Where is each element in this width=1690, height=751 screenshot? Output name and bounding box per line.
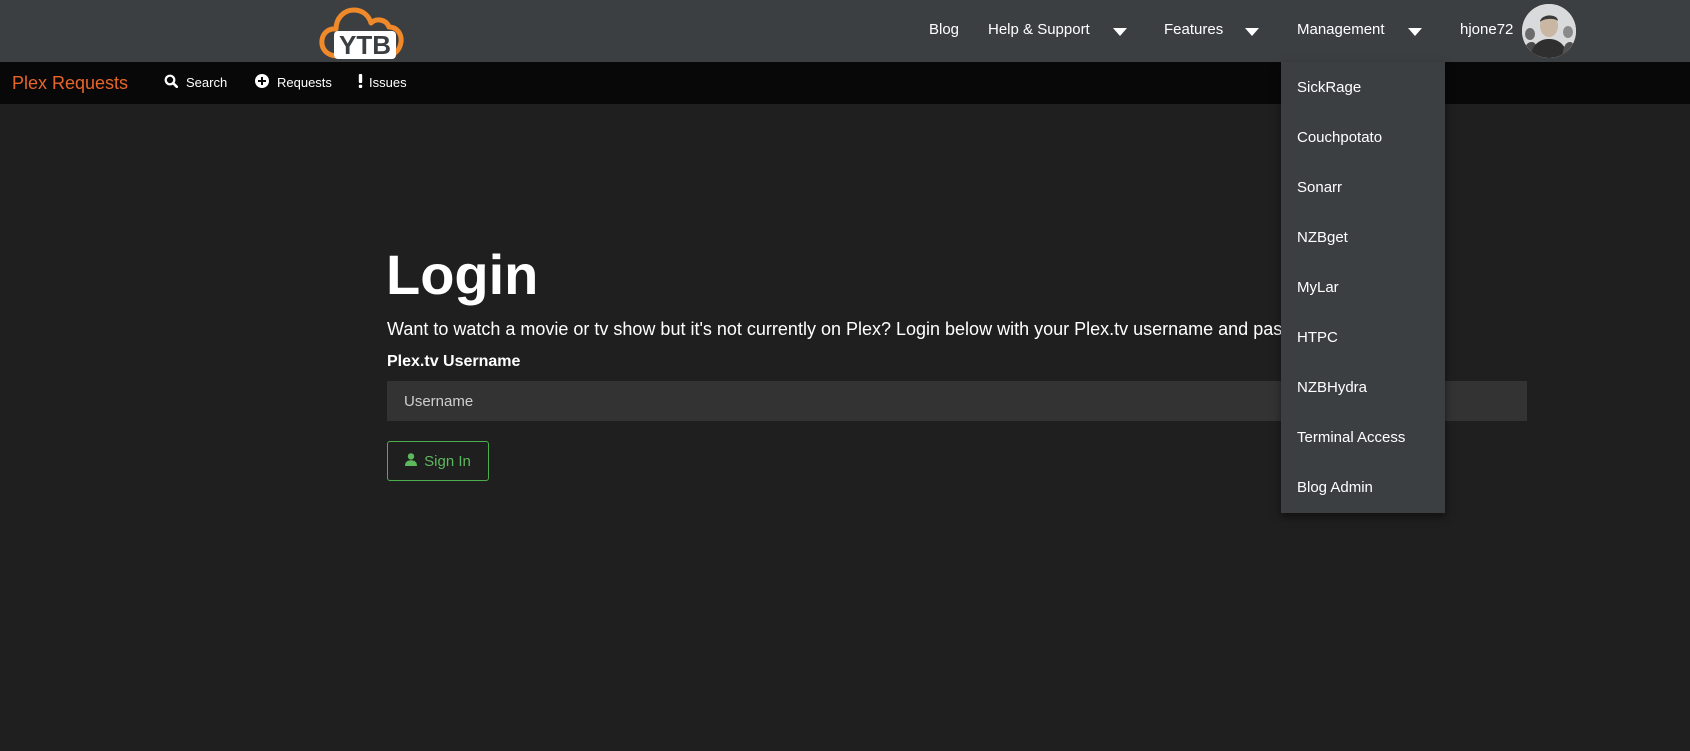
subnav-requests-label: Requests bbox=[277, 75, 332, 90]
menu-item-htpc[interactable]: HTPC bbox=[1297, 328, 1338, 348]
user-icon bbox=[405, 452, 418, 470]
logo-text: YTB bbox=[339, 30, 391, 60]
subnav-issues-label: Issues bbox=[369, 75, 407, 90]
sign-in-label: Sign In bbox=[424, 452, 471, 470]
username-label: Plex.tv Username bbox=[387, 353, 521, 370]
exclamation-icon bbox=[358, 73, 363, 93]
menu-item-sickrage[interactable]: SickRage bbox=[1297, 78, 1361, 98]
search-icon bbox=[164, 74, 179, 93]
ytb-logo[interactable]: YTB bbox=[318, 2, 404, 60]
user-name[interactable]: hjone72 bbox=[1460, 20, 1513, 40]
subnav-requests[interactable]: Requests bbox=[255, 73, 332, 93]
sign-in-button[interactable]: Sign In bbox=[387, 441, 489, 481]
subnav-search[interactable]: Search bbox=[164, 74, 227, 92]
help-support-chevron-down-icon[interactable] bbox=[1113, 28, 1127, 36]
menu-item-nzbhydra[interactable]: NZBHydra bbox=[1297, 378, 1367, 398]
nav-features[interactable]: Features bbox=[1164, 20, 1223, 40]
menu-item-couchpotato[interactable]: Couchpotato bbox=[1297, 128, 1382, 148]
login-description: Want to watch a movie or tv show but it'… bbox=[387, 319, 1287, 339]
menu-item-nzbget[interactable]: NZBget bbox=[1297, 228, 1348, 248]
nav-help-support[interactable]: Help & Support bbox=[988, 20, 1090, 40]
page-title: Login bbox=[386, 243, 539, 306]
menu-item-blog-admin[interactable]: Blog Admin bbox=[1297, 478, 1373, 498]
menu-item-terminal-access[interactable]: Terminal Access bbox=[1297, 428, 1405, 448]
nav-blog[interactable]: Blog bbox=[929, 20, 959, 40]
menu-item-sonarr[interactable]: Sonarr bbox=[1297, 178, 1342, 198]
features-chevron-down-icon[interactable] bbox=[1245, 28, 1259, 36]
avatar[interactable] bbox=[1522, 4, 1576, 58]
plus-circle-icon bbox=[255, 73, 269, 93]
management-chevron-down-icon[interactable] bbox=[1408, 28, 1422, 36]
subnav-search-label: Search bbox=[186, 75, 228, 90]
management-dropdown-menu: SickRage Couchpotato Sonarr NZBget MyLar… bbox=[1281, 62, 1445, 513]
top-navbar: YTB Blog Help & Support Features Managem… bbox=[0, 0, 1690, 62]
subnav-issues[interactable]: Issues bbox=[358, 73, 407, 93]
menu-item-mylar[interactable]: MyLar bbox=[1297, 278, 1339, 298]
plex-requests-brand[interactable]: Plex Requests bbox=[12, 72, 128, 94]
nav-management[interactable]: Management bbox=[1297, 20, 1385, 40]
